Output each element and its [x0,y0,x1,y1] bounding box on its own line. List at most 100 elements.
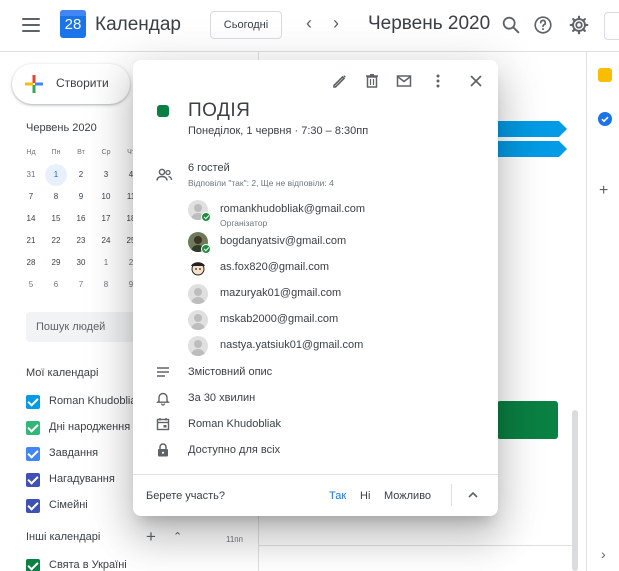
mini-day[interactable]: 23 [70,230,92,252]
calendar-item[interactable]: Roman Khudobliak [26,392,136,412]
email-guests-icon[interactable] [395,72,413,90]
mini-calendar-title: Червень 2020 [26,122,97,134]
guest-item[interactable]: mskab2000@gmail.com [188,310,488,332]
calendar-label: Roman Khudobliak [49,395,136,407]
rsvp-no-button[interactable]: Ні [360,490,370,502]
calendar-logo: 28 [60,10,86,38]
event-chip[interactable] [497,121,567,137]
mini-day[interactable]: 5 [20,274,42,296]
guest-email: as.fox820@gmail.com [220,261,329,273]
guest-email: romankhudobliak@gmail.com [220,203,366,215]
event-chip[interactable] [497,141,567,157]
mini-day[interactable]: 1 [95,252,117,274]
hour-label: 11пп [226,535,243,544]
mini-day[interactable]: 9 [70,186,92,208]
grid-hour-line [258,545,576,546]
help-icon[interactable] [532,14,554,36]
mini-day[interactable]: 6 [45,274,67,296]
add-calendar-plus-icon[interactable]: + [146,527,156,547]
mini-day[interactable]: 8 [95,274,117,296]
weekday-header: Нд [26,149,36,156]
calendar-label: Нагадування [49,473,115,485]
mini-day[interactable]: 24 [95,230,117,252]
view-switcher-button[interactable] [604,12,619,40]
guest-item[interactable]: romankhudobliak@gmail.com Організатор [188,200,488,228]
event-calendar-owner: Roman Khudobliak [188,418,281,430]
settings-gear-icon[interactable] [568,14,590,36]
event-date-time: Понеділок, 1 червня · 7:30 – 8:30пп [188,125,369,137]
mini-day[interactable]: 17 [95,208,117,230]
add-addon-plus-icon[interactable]: + [599,182,608,200]
search-icon[interactable] [500,14,522,36]
mini-day-selected[interactable]: 1 [45,164,67,186]
description-row: Змістовний опис [155,363,485,383]
mini-day[interactable]: 10 [95,186,117,208]
guest-item[interactable]: mazuryak01@gmail.com [188,284,488,306]
guest-email: bogdanyatsiv@gmail.com [220,235,347,247]
current-period: Червень 2020 [368,13,491,34]
mini-day[interactable]: 7 [20,186,42,208]
mini-day[interactable]: 15 [45,208,67,230]
mini-day[interactable]: 31 [20,164,42,186]
rsvp-maybe-button[interactable]: Можливо [384,490,431,502]
calendar-item[interactable]: Завдання [26,444,136,464]
guests-icon [156,168,173,181]
chevron-up-icon[interactable] [466,488,480,502]
calendar-label: Дні народження [49,421,131,433]
guest-item[interactable]: nastya.yatsiuk01@gmail.com [188,336,488,358]
main-menu-icon[interactable] [22,18,40,32]
guests-rsvp-summary: Відповіли "так": 2, Ще не відповіли: 4 [188,178,334,188]
rsvp-yes-button[interactable]: Так [329,490,346,502]
next-period-icon[interactable]: › [333,13,339,34]
grid-scrollbar[interactable] [572,410,578,571]
mini-day[interactable]: 8 [45,186,67,208]
calendar-item[interactable]: Сімейні [26,496,136,516]
close-icon[interactable] [467,72,485,90]
today-button[interactable]: Сьогодні [210,11,282,39]
mini-day[interactable]: 29 [45,252,67,274]
default-avatar-icon [188,336,208,356]
mini-day[interactable]: 3 [95,164,117,186]
expand-panel-chevron-icon[interactable]: › [601,546,606,562]
create-button[interactable]: Створити [12,64,130,104]
more-options-icon[interactable] [429,72,447,90]
calendar-checkbox[interactable] [26,499,40,513]
calendar-checkbox[interactable] [26,559,40,571]
calendar-app: 28 Календар Сьогодні ‹ › Червень 2020 Ст… [0,0,619,571]
search-people-input[interactable]: Пошук людей [26,312,136,342]
calendar-checkbox[interactable] [26,421,40,435]
keep-icon[interactable] [598,68,612,82]
event-block[interactable] [497,401,558,439]
calendar-label: Сімейні [49,499,88,511]
mini-day[interactable]: 2 [70,164,92,186]
mini-day[interactable]: 7 [70,274,92,296]
calendar-checkbox[interactable] [26,447,40,461]
event-reminder: За 30 хвилин [188,392,256,404]
calendar-item[interactable]: Нагадування [26,470,136,490]
mini-day[interactable]: 22 [45,230,67,252]
default-avatar-icon [188,310,208,330]
guest-item[interactable]: bogdanyatsiv@gmail.com [188,232,488,254]
mini-day[interactable]: 14 [20,208,42,230]
calendar-checkbox[interactable] [26,473,40,487]
mini-day[interactable]: 21 [20,230,42,252]
delete-trash-icon[interactable] [363,72,381,90]
rsvp-separator [451,484,452,506]
edit-pencil-icon[interactable] [331,72,349,90]
guest-item[interactable]: as.fox820@gmail.com [188,258,488,280]
prev-period-icon[interactable]: ‹ [306,13,312,34]
calendar-checkbox[interactable] [26,395,40,409]
mini-day[interactable]: 28 [20,252,42,274]
tasks-icon[interactable] [598,112,612,126]
calendar-item[interactable]: Свята в Україні [26,556,136,571]
calendar-item[interactable]: Дні народження [26,418,136,438]
accepted-check-icon [201,244,211,254]
my-calendars-title[interactable]: Мої календарі [26,367,98,379]
app-title: Календар [95,14,182,35]
other-calendars-title[interactable]: Інші календарі [26,531,100,543]
description-lines-icon [157,367,169,377]
mini-day[interactable]: 30 [70,252,92,274]
event-details-popup: ПОДІЯ Понеділок, 1 червня · 7:30 – 8:30п… [133,60,498,516]
chevron-up-icon[interactable]: ⌃ [173,530,182,543]
mini-day[interactable]: 16 [70,208,92,230]
